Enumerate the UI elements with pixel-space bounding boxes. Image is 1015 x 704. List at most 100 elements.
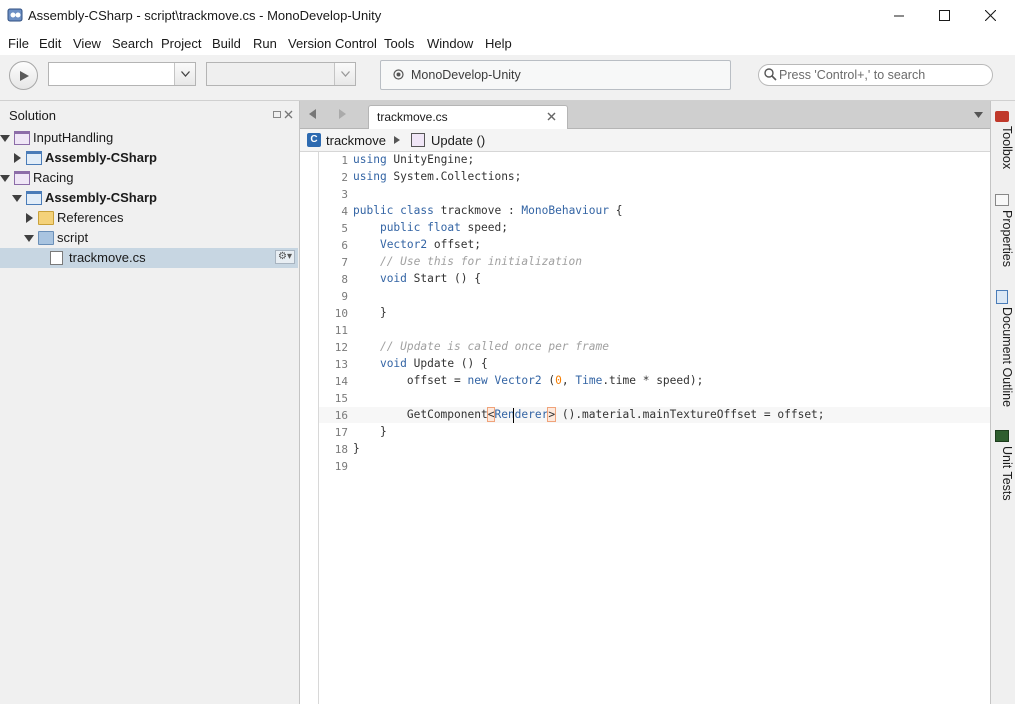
line-number: 14: [334, 375, 348, 388]
menu-file[interactable]: File: [8, 36, 29, 51]
menu-project[interactable]: Project: [161, 36, 201, 51]
tree-item-inputhandling[interactable]: InputHandling: [0, 128, 298, 148]
unit-tests-icon: [995, 430, 1009, 442]
line-number: 10: [334, 307, 348, 320]
tree-item-label: script: [57, 230, 89, 245]
run-button[interactable]: [9, 61, 38, 90]
expander-icon[interactable]: [26, 213, 33, 223]
project-icon: [26, 191, 42, 205]
monodevelop-app-icon: [7, 8, 23, 22]
line-number: 7: [341, 256, 348, 269]
maximize-icon: [938, 10, 950, 21]
menu-tools[interactable]: Tools: [384, 36, 414, 51]
line-number: 12: [334, 341, 348, 354]
scroll-tabs-right-icon[interactable]: [339, 109, 347, 119]
menu-build[interactable]: Build: [212, 36, 241, 51]
tree-item-racing[interactable]: Racing: [0, 168, 298, 188]
minimize-button[interactable]: [876, 0, 922, 31]
line-number: 8: [341, 273, 348, 286]
tree-item-trackmove-cs[interactable]: trackmove.cs ⚙▾: [0, 248, 298, 268]
code-line: void Update () {: [379, 357, 488, 370]
method-icon: [411, 133, 425, 147]
solution-folder-icon: [14, 171, 30, 185]
pad-options-icon[interactable]: [273, 110, 282, 119]
project-icon: [26, 151, 42, 165]
code-line: // Use this for initialization: [379, 255, 583, 268]
close-tab-icon[interactable]: [547, 112, 556, 121]
menu-help[interactable]: Help: [485, 36, 512, 51]
code-line: }: [353, 442, 360, 455]
expander-icon[interactable]: [0, 135, 10, 142]
tree-item-label: InputHandling: [33, 130, 114, 145]
play-icon: [19, 70, 29, 81]
path-method[interactable]: Update (): [431, 133, 485, 148]
line-number: 17: [334, 426, 348, 439]
line-number: 6: [341, 239, 348, 252]
tree-item-label: trackmove.cs: [69, 250, 146, 265]
line-number: 1: [341, 154, 348, 167]
chevron-down-icon: [334, 63, 355, 85]
path-class[interactable]: trackmove: [326, 133, 386, 148]
code-line: using UnityEngine;: [353, 153, 475, 166]
menu-view[interactable]: View: [73, 36, 101, 51]
code-line: }: [353, 306, 387, 319]
menu-edit[interactable]: Edit: [39, 36, 61, 51]
code-line: offset = new Vector2 (0, Time.time * spe…: [353, 374, 704, 387]
line-number: 4: [341, 205, 348, 218]
gear-icon[interactable]: ⚙▾: [275, 250, 295, 264]
document-outline-icon: [996, 290, 1008, 304]
pad-properties[interactable]: Properties: [992, 210, 1014, 267]
menu-version-control[interactable]: Version Control: [288, 36, 377, 51]
tree-item-label: References: [57, 210, 124, 225]
pad-document-outline[interactable]: Document Outline: [992, 307, 1014, 407]
expander-icon[interactable]: [0, 175, 10, 182]
line-number: 2: [341, 171, 348, 184]
code-line: public float speed;: [379, 221, 508, 234]
close-button[interactable]: [967, 0, 1013, 31]
text-cursor: [513, 408, 514, 423]
target-select[interactable]: [206, 62, 356, 86]
chevron-down-icon: [174, 63, 195, 85]
pad-close-icon[interactable]: [284, 110, 293, 119]
menu-run[interactable]: Run: [253, 36, 277, 51]
pad-toolbox[interactable]: Toolbox: [992, 126, 1014, 169]
path-separator-icon: [394, 136, 400, 144]
tab-list-dropdown-icon[interactable]: [974, 112, 983, 118]
scroll-tabs-left-icon[interactable]: [309, 109, 317, 119]
solution-pad-title: Solution: [9, 108, 56, 123]
tree-item-assembly-csharp[interactable]: Assembly-CSharp: [0, 148, 298, 168]
maximize-button[interactable]: [921, 0, 967, 31]
folder-icon: [38, 231, 54, 245]
pad-unit-tests[interactable]: Unit Tests: [992, 446, 1014, 501]
csharp-file-icon: [50, 251, 63, 265]
tree-item-references[interactable]: References: [0, 208, 298, 228]
expander-icon[interactable]: [14, 153, 21, 163]
properties-icon: [995, 194, 1009, 206]
line-number: 18: [334, 443, 348, 456]
expander-icon[interactable]: [24, 235, 34, 242]
code-line: GetComponent<Renderer> ().material.mainT…: [353, 407, 825, 422]
menu-window[interactable]: Window: [427, 36, 473, 51]
line-number: 15: [334, 392, 348, 405]
expander-icon[interactable]: [12, 195, 22, 202]
search-input[interactable]: [779, 67, 984, 83]
line-number: 11: [334, 324, 348, 337]
code-line: Vector2 offset;: [379, 238, 481, 251]
configuration-select[interactable]: [48, 62, 196, 86]
code-line: using System.Collections;: [353, 170, 522, 183]
tab-label: trackmove.cs: [377, 110, 448, 124]
tree-item-script[interactable]: script: [0, 228, 298, 248]
code-line: }: [353, 425, 387, 438]
toolbox-icon: [995, 111, 1009, 122]
close-icon: [984, 10, 996, 21]
line-number: 3: [341, 188, 348, 201]
search-icon: [764, 68, 777, 81]
tree-item-assembly-csharp[interactable]: Assembly-CSharp: [0, 188, 298, 208]
window-title: Assembly-CSharp - script\trackmove.cs - …: [28, 8, 382, 23]
status-text: MonoDevelop-Unity: [411, 68, 521, 82]
code-editor[interactable]: [319, 152, 990, 704]
tree-item-label: Racing: [33, 170, 74, 185]
code-line: void Start () {: [379, 272, 481, 285]
solution-folder-icon: [14, 131, 30, 145]
menu-search[interactable]: Search: [112, 36, 153, 51]
